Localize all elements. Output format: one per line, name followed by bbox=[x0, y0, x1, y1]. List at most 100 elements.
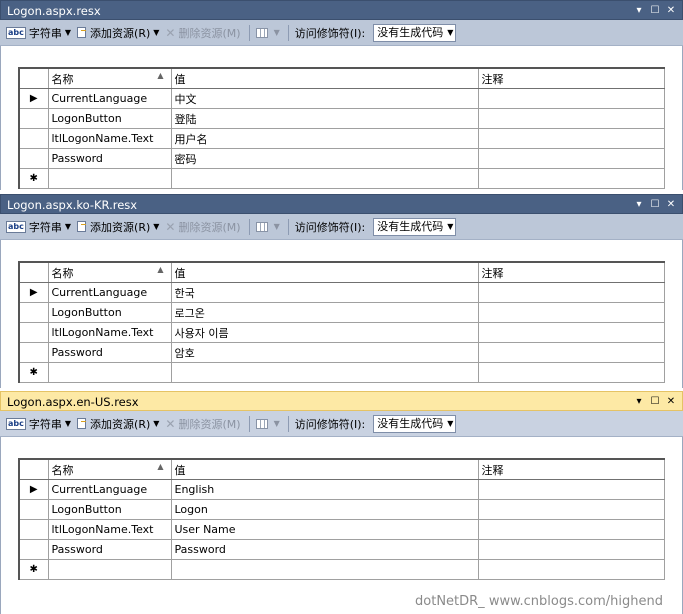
cell-comment[interactable] bbox=[477, 539, 665, 560]
column-header-comment[interactable]: 注释 bbox=[477, 458, 665, 480]
table-row[interactable]: ltlLogonName.Text 用户名 bbox=[18, 128, 665, 149]
cell-value[interactable]: 登陆 bbox=[170, 108, 479, 129]
cell-comment[interactable] bbox=[477, 342, 665, 363]
document-tab-title[interactable]: Logon.aspx.en-US.resx ▾ ☐ ✕ bbox=[0, 391, 683, 411]
cell-value[interactable] bbox=[170, 559, 479, 580]
cell-comment[interactable] bbox=[477, 88, 665, 109]
row-header[interactable] bbox=[18, 148, 49, 169]
column-header-name[interactable]: 名称 ▲ bbox=[47, 67, 172, 89]
delete-resource-button[interactable]: ✕ 删除资源(M) bbox=[165, 416, 240, 432]
cell-comment[interactable] bbox=[477, 519, 665, 540]
cell-comment[interactable] bbox=[477, 302, 665, 323]
strings-dropdown-button[interactable]: abc 字符串 ▼ bbox=[6, 416, 71, 432]
cell-comment[interactable] bbox=[477, 479, 665, 500]
access-modifier-select[interactable]: 没有生成代码 ▼ bbox=[373, 414, 457, 433]
row-header[interactable]: ▶ bbox=[18, 88, 49, 109]
cell-value[interactable]: 로그온 bbox=[170, 302, 479, 323]
cell-comment[interactable] bbox=[477, 148, 665, 169]
row-header[interactable] bbox=[18, 499, 49, 520]
cell-name[interactable]: ltlLogonName.Text bbox=[47, 128, 172, 149]
strings-dropdown-button[interactable]: abc 字符串 ▼ bbox=[6, 25, 71, 41]
cell-value[interactable]: 密码 bbox=[170, 148, 479, 169]
cell-comment[interactable] bbox=[477, 108, 665, 129]
cell-value[interactable]: 用户名 bbox=[170, 128, 479, 149]
cell-name[interactable]: CurrentLanguage bbox=[47, 282, 172, 303]
cell-name[interactable] bbox=[47, 362, 172, 383]
table-row[interactable]: ▶ CurrentLanguage 한국 bbox=[18, 282, 665, 303]
cell-value[interactable]: 中文 bbox=[170, 88, 479, 109]
cell-value[interactable] bbox=[170, 362, 479, 383]
new-row-header[interactable]: ✱ bbox=[18, 559, 49, 580]
cell-name[interactable]: ltlLogonName.Text bbox=[47, 519, 172, 540]
column-header-name[interactable]: 名称 ▲ bbox=[47, 458, 172, 480]
delete-resource-button[interactable]: ✕ 删除资源(M) bbox=[165, 25, 240, 41]
document-tab-title[interactable]: Logon.aspx.ko-KR.resx ▾ ☐ ✕ bbox=[0, 194, 683, 214]
cell-comment[interactable] bbox=[477, 362, 665, 383]
cell-name[interactable] bbox=[47, 559, 172, 580]
new-row[interactable]: ✱ bbox=[18, 168, 665, 189]
access-modifier-select[interactable]: 没有生成代码 ▼ bbox=[373, 217, 457, 236]
cell-name[interactable]: CurrentLanguage bbox=[47, 479, 172, 500]
cell-name[interactable]: Password bbox=[47, 148, 172, 169]
close-icon[interactable]: ✕ bbox=[666, 397, 676, 407]
add-resource-button[interactable]: 添加资源(R) ▼ bbox=[77, 219, 159, 235]
document-tab-title[interactable]: Logon.aspx.resx ▾ ☐ ✕ bbox=[0, 0, 683, 20]
row-header[interactable] bbox=[18, 342, 49, 363]
cell-value[interactable]: 암호 bbox=[170, 342, 479, 363]
cell-comment[interactable] bbox=[477, 168, 665, 189]
row-header[interactable] bbox=[18, 128, 49, 149]
table-row[interactable]: ltlLogonName.Text 사용자 이름 bbox=[18, 322, 665, 343]
table-row[interactable]: Password Password bbox=[18, 539, 665, 560]
views-dropdown-button[interactable]: ▼ bbox=[255, 27, 280, 38]
add-resource-button[interactable]: 添加资源(R) ▼ bbox=[77, 416, 159, 432]
cell-comment[interactable] bbox=[477, 499, 665, 520]
cell-name[interactable]: LogonButton bbox=[47, 302, 172, 323]
cell-name[interactable]: LogonButton bbox=[47, 499, 172, 520]
table-row[interactable]: ltlLogonName.Text User Name bbox=[18, 519, 665, 540]
close-icon[interactable]: ✕ bbox=[666, 6, 676, 16]
cell-comment[interactable] bbox=[477, 282, 665, 303]
table-row[interactable]: Password 密码 bbox=[18, 148, 665, 169]
cell-value[interactable] bbox=[170, 168, 479, 189]
column-header-value[interactable]: 值 bbox=[170, 458, 479, 480]
cell-comment[interactable] bbox=[477, 559, 665, 580]
row-header[interactable] bbox=[18, 539, 49, 560]
add-resource-button[interactable]: 添加资源(R) ▼ bbox=[77, 25, 159, 41]
dropdown-arrow-icon[interactable]: ▾ bbox=[634, 200, 644, 210]
views-dropdown-button[interactable]: ▼ bbox=[255, 418, 280, 429]
cell-value[interactable]: User Name bbox=[170, 519, 479, 540]
cell-name[interactable]: CurrentLanguage bbox=[47, 88, 172, 109]
table-row[interactable]: ▶ CurrentLanguage 中文 bbox=[18, 88, 665, 109]
table-row[interactable]: LogonButton 登陆 bbox=[18, 108, 665, 129]
cell-name[interactable] bbox=[47, 168, 172, 189]
close-icon[interactable]: ✕ bbox=[666, 200, 676, 210]
column-header-comment[interactable]: 注释 bbox=[477, 67, 665, 89]
table-row[interactable]: LogonButton Logon bbox=[18, 499, 665, 520]
table-row[interactable]: ▶ CurrentLanguage English bbox=[18, 479, 665, 500]
table-row[interactable]: Password 암호 bbox=[18, 342, 665, 363]
new-row-header[interactable]: ✱ bbox=[18, 362, 49, 383]
cell-value[interactable]: 한국 bbox=[170, 282, 479, 303]
column-header-value[interactable]: 值 bbox=[170, 261, 479, 283]
cell-name[interactable]: Password bbox=[47, 539, 172, 560]
new-row[interactable]: ✱ bbox=[18, 559, 665, 580]
delete-resource-button[interactable]: ✕ 删除资源(M) bbox=[165, 219, 240, 235]
row-header[interactable] bbox=[18, 519, 49, 540]
cell-value[interactable]: 사용자 이름 bbox=[170, 322, 479, 343]
views-dropdown-button[interactable]: ▼ bbox=[255, 221, 280, 232]
row-header[interactable] bbox=[18, 108, 49, 129]
table-row[interactable]: LogonButton 로그온 bbox=[18, 302, 665, 323]
access-modifier-select[interactable]: 没有生成代码 ▼ bbox=[373, 23, 457, 42]
cell-comment[interactable] bbox=[477, 128, 665, 149]
dropdown-arrow-icon[interactable]: ▾ bbox=[634, 6, 644, 16]
cell-value[interactable]: Password bbox=[170, 539, 479, 560]
maximize-icon[interactable]: ☐ bbox=[650, 200, 660, 210]
row-header[interactable]: ▶ bbox=[18, 479, 49, 500]
cell-value[interactable]: Logon bbox=[170, 499, 479, 520]
row-header[interactable] bbox=[18, 322, 49, 343]
new-row-header[interactable]: ✱ bbox=[18, 168, 49, 189]
row-header[interactable] bbox=[18, 302, 49, 323]
cell-name[interactable]: LogonButton bbox=[47, 108, 172, 129]
cell-name[interactable]: ltlLogonName.Text bbox=[47, 322, 172, 343]
row-header[interactable]: ▶ bbox=[18, 282, 49, 303]
